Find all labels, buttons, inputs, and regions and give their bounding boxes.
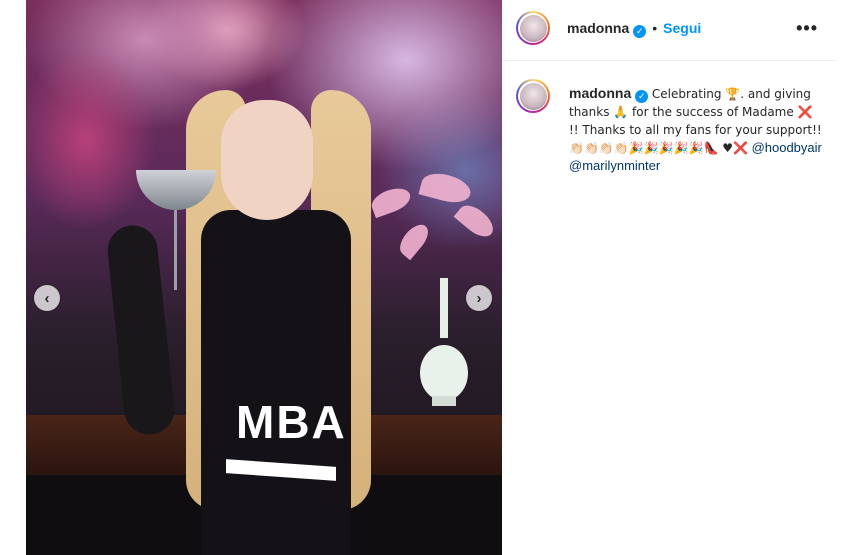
follow-button[interactable]: Segui <box>663 20 701 36</box>
post-header: madonna ✓ • Segui <box>567 20 701 38</box>
lily-flower <box>453 199 499 243</box>
mention-link[interactable]: @marilynminter <box>569 158 660 173</box>
more-options-icon[interactable]: ••• <box>796 18 818 39</box>
chevron-left-icon[interactable]: ‹ <box>34 285 60 311</box>
verified-badge-icon: ✓ <box>635 89 649 103</box>
lily-flower <box>394 219 434 261</box>
next-arrow-glyph: › <box>476 289 482 307</box>
dress <box>201 210 351 555</box>
chevron-right-icon[interactable]: › <box>466 285 492 311</box>
avatar-ring-gap <box>518 13 548 43</box>
shirt-text: MBA <box>236 396 347 448</box>
post-photo[interactable]: MBA ‹ › <box>26 0 502 555</box>
verified-badge-icon: ✓ <box>633 25 647 38</box>
arm-left <box>105 222 177 438</box>
avatar-image <box>519 14 547 42</box>
post-caption: madonna ✓ Celebrating 🏆. and giving thank… <box>569 84 824 175</box>
caption-username[interactable]: madonna <box>569 85 631 101</box>
person-figure: MBA <box>105 70 376 555</box>
mention-link[interactable]: @hoodbyair <box>752 140 822 155</box>
profile-avatar[interactable] <box>516 11 550 45</box>
caption-avatar[interactable] <box>516 79 550 113</box>
vase <box>420 278 468 406</box>
separator-dot: • <box>652 20 658 36</box>
header-divider <box>502 60 836 61</box>
avatar-image <box>519 82 547 110</box>
prev-arrow-glyph: ‹ <box>44 289 50 307</box>
avatar-ring-gap <box>518 81 548 111</box>
glass-stem <box>174 210 177 290</box>
header-username[interactable]: madonna <box>567 20 629 36</box>
face <box>221 100 313 220</box>
lily-flower <box>418 168 474 208</box>
